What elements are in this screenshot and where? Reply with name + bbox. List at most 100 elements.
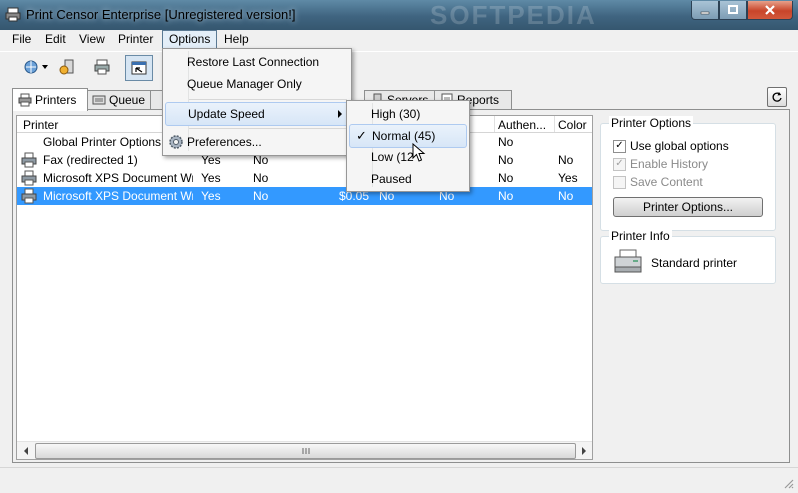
checkbox-box <box>613 175 626 189</box>
grip-icon <box>302 448 309 454</box>
arrow-left-icon <box>23 446 28 455</box>
menu-item-queue-manager-only[interactable]: Queue Manager Only <box>165 73 347 95</box>
cell-authentication: No <box>498 135 514 149</box>
maximize-button[interactable] <box>719 1 747 20</box>
gear-icon <box>169 135 183 149</box>
menu-file[interactable]: File <box>6 31 37 48</box>
cell-value: Yes <box>201 189 221 203</box>
checkbox-label: Use global options <box>630 139 729 153</box>
scroll-left-button[interactable] <box>17 442 34 459</box>
table-row-selected[interactable]: Microsoft XPS Document Wr... Yes No $0.0… <box>17 187 592 205</box>
enable-history-checkbox[interactable]: ✓ Enable History <box>613 157 708 171</box>
cell-authentication: No <box>498 153 514 167</box>
group-title: Printer Options <box>609 116 694 130</box>
tab-queue[interactable]: Queue <box>86 90 158 109</box>
cell-value: Yes <box>201 171 221 185</box>
cell-authentication: No <box>498 189 514 203</box>
printer-list[interactable]: Printer Authen... Color Global Printer O… <box>16 115 593 460</box>
network-icon <box>24 60 48 74</box>
connect-dropdown-button[interactable] <box>22 55 54 79</box>
checkbox-label: Enable History <box>630 157 709 171</box>
refresh-button[interactable] <box>767 87 787 107</box>
scrollbar-thumb[interactable] <box>35 443 576 459</box>
minimize-icon <box>700 11 710 15</box>
tab-label: Queue <box>109 93 146 107</box>
menu-separator <box>189 128 347 129</box>
menu-item-restore-last-connection[interactable]: Restore Last Connection <box>165 51 347 73</box>
printer-name: Microsoft XPS Document Wr... <box>43 171 193 185</box>
resize-grip-icon[interactable] <box>782 477 794 489</box>
cell-value: No <box>253 171 269 185</box>
menu-item-update-speed[interactable]: Update Speed <box>165 102 349 126</box>
column-header-printer[interactable]: Printer <box>23 118 58 132</box>
save-content-checkbox[interactable]: Save Content <box>613 175 703 189</box>
horizontal-scrollbar[interactable] <box>17 441 592 459</box>
menu-item-speed-normal[interactable]: ✓ Normal (45) <box>349 124 467 148</box>
app-printer-icon <box>5 7 21 22</box>
menu-item-preferences[interactable]: Preferences... <box>165 131 347 153</box>
status-bar <box>0 467 798 493</box>
refresh-icon <box>772 92 782 102</box>
submenu-arrow-icon <box>338 110 342 118</box>
toolbar <box>0 51 798 82</box>
printer-options-button[interactable]: Printer Options... <box>613 197 763 217</box>
app-window: Print Censor Enterprise [Unregistered ve… <box>0 0 798 493</box>
standard-printer-icon <box>614 249 642 273</box>
printer-icon <box>18 93 32 107</box>
server-button[interactable] <box>58 55 78 79</box>
title-bar[interactable]: Print Censor Enterprise [Unregistered ve… <box>0 0 798 30</box>
arrow-right-icon <box>581 446 586 455</box>
menu-separator <box>189 99 347 100</box>
table-row[interactable]: Microsoft XPS Document Wr... Yes No No Y… <box>17 169 592 187</box>
cell-color: No <box>558 189 574 203</box>
cell-authentication: No <box>498 171 514 185</box>
printer-info-group: Printer Info Standard printer <box>600 229 776 284</box>
queue-view-button[interactable] <box>125 55 153 81</box>
menu-help[interactable]: Help <box>218 31 255 48</box>
options-menu: Restore Last Connection Queue Manager On… <box>162 48 352 156</box>
column-separator <box>494 116 495 132</box>
column-header-color[interactable]: Color <box>558 118 587 132</box>
menu-item-speed-low[interactable]: Low (12 <box>349 146 465 168</box>
group-title: Printer Info <box>609 229 672 243</box>
printer-options-group: Printer Options ✓ Use global options ✓ E… <box>600 116 776 231</box>
menu-item-label: Update Speed <box>188 107 265 121</box>
menu-bar: File Edit View Printer Options Help <box>0 30 798 49</box>
mouse-cursor-icon <box>412 143 426 162</box>
menu-options[interactable]: Options <box>162 30 218 49</box>
printer-name: Microsoft XPS Document Wr... <box>43 189 193 203</box>
tab-label: Printers <box>35 93 77 107</box>
server-icon <box>59 59 74 75</box>
use-global-options-checkbox[interactable]: ✓ Use global options <box>613 139 729 153</box>
printer-icon <box>21 188 37 204</box>
queue-icon <box>92 95 106 105</box>
menu-item-speed-paused[interactable]: Paused <box>349 168 465 190</box>
printer-button[interactable] <box>92 55 112 79</box>
menu-item-label: Normal (45) <box>372 129 436 143</box>
fax-printer-icon <box>21 152 37 168</box>
cell-color: No <box>558 153 574 167</box>
window-view-icon <box>131 61 147 75</box>
watermark-text: SOFTPEDIA <box>430 0 597 30</box>
menu-printer[interactable]: Printer <box>112 31 159 48</box>
checkbox-box: ✓ <box>613 139 626 153</box>
minimize-button[interactable] <box>691 1 719 20</box>
cell-color: Yes <box>558 171 578 185</box>
checkmark-icon: ✓ <box>356 128 367 143</box>
menu-view[interactable]: View <box>73 31 111 48</box>
caption-buttons <box>691 1 793 20</box>
menu-item-label: Preferences... <box>187 135 262 149</box>
printer-icon <box>21 170 37 186</box>
menu-item-speed-high[interactable]: High (30) <box>349 103 465 125</box>
close-button[interactable] <box>747 1 793 20</box>
close-icon <box>765 5 775 15</box>
column-header-authentication[interactable]: Authen... <box>498 118 546 132</box>
tab-printers[interactable]: Printers <box>12 88 88 111</box>
column-separator <box>554 116 555 132</box>
window-title: Print Censor Enterprise [Unregistered ve… <box>26 7 296 22</box>
checkbox-label: Save Content <box>630 175 703 189</box>
checkbox-box: ✓ <box>613 157 626 171</box>
printer-icon <box>94 59 110 75</box>
menu-edit[interactable]: Edit <box>39 31 72 48</box>
scroll-right-button[interactable] <box>575 442 592 459</box>
